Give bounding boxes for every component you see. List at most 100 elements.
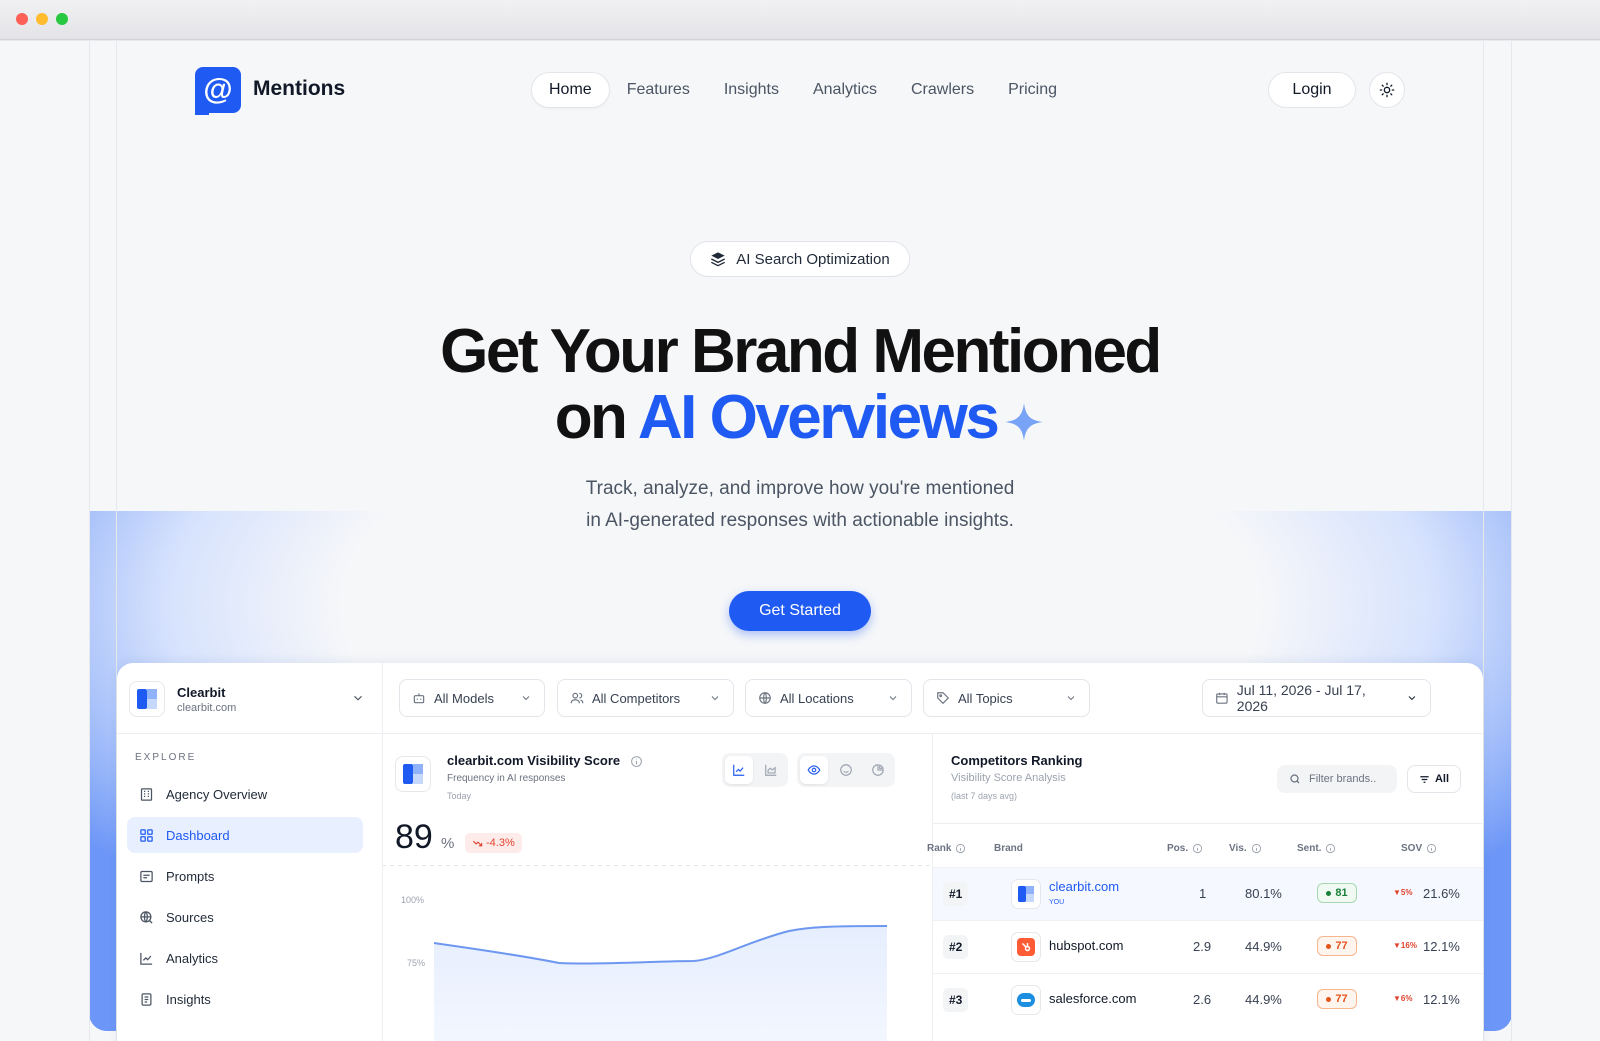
- visibility-subtitle: Frequency in AI responses: [447, 773, 566, 784]
- models-filter[interactable]: All Models: [399, 679, 545, 717]
- hero-subtitle-line2: in AI-generated responses with actionabl…: [586, 510, 1014, 531]
- nav-crawlers[interactable]: Crawlers: [894, 73, 991, 107]
- topics-filter-label: All Topics: [958, 690, 1013, 706]
- hero-title-highlight: AI Overviews: [637, 383, 1000, 452]
- rank-badge: #3: [943, 988, 969, 1012]
- sidebar-item-agency-overview[interactable]: Agency Overview: [127, 776, 363, 812]
- window-titlebar: [0, 0, 1600, 40]
- nav-analytics[interactable]: Analytics: [796, 73, 894, 107]
- visibility-view-toggle[interactable]: [800, 756, 828, 784]
- visibility-cell: 44.9%: [1245, 992, 1282, 1007]
- locations-filter-label: All Locations: [780, 690, 854, 706]
- column-header-sentiment[interactable]: Sent.: [1297, 843, 1336, 854]
- table-row[interactable]: #3 salesforce.com 2.6 44.9% 77 ▼6% 12.1%: [933, 973, 1483, 1026]
- sidebar-item-analytics[interactable]: Analytics: [127, 940, 363, 976]
- sov-delta-value: 5%: [1400, 888, 1413, 897]
- y-tick-label: 75%: [407, 958, 426, 968]
- nav-insights[interactable]: Insights: [707, 73, 796, 107]
- table-row[interactable]: #2 hubspot.com 2.9 44.9% 77 ▼16% 12.1%: [933, 920, 1483, 973]
- sov-cell: 12.1%: [1423, 992, 1460, 1007]
- nav-features[interactable]: Features: [610, 73, 707, 107]
- date-range-picker[interactable]: Jul 11, 2026 - Jul 17, 2026: [1202, 679, 1431, 717]
- line-chart-toggle[interactable]: [725, 756, 753, 784]
- brand-name-cell[interactable]: clearbit.com: [1049, 879, 1119, 894]
- brand-logo-icon: [395, 756, 431, 792]
- competitors-filter[interactable]: All Competitors: [557, 679, 734, 717]
- sidebar-item-label: Dashboard: [166, 827, 230, 843]
- brand-name[interactable]: Mentions: [253, 77, 345, 101]
- org-switcher[interactable]: Clearbit clearbit.com: [129, 677, 369, 721]
- status-dot-icon: [1326, 943, 1332, 949]
- chart-type-toggle: [722, 753, 788, 787]
- logo-icon[interactable]: @: [195, 67, 241, 113]
- visibility-delta-badge: -4.3%: [465, 833, 522, 853]
- column-header-position[interactable]: Pos.: [1167, 843, 1203, 854]
- close-window-button[interactable]: [16, 13, 28, 25]
- sidebar-item-label: Agency Overview: [166, 786, 268, 802]
- hero-subtitle: Track, analyze, and improve how you're m…: [450, 473, 1150, 537]
- sidebar-item-insights[interactable]: Insights: [127, 981, 363, 1017]
- info-icon: [1251, 843, 1261, 854]
- clearbit-logo-icon: [1011, 879, 1041, 909]
- hero-title-line1: Get Your Brand Mentioned: [440, 317, 1162, 386]
- line-chart-icon: [733, 764, 745, 776]
- sidebar-item-dashboard[interactable]: Dashboard: [127, 817, 363, 853]
- visibility-title: clearbit.com Visibility Score: [447, 753, 643, 768]
- column-header-rank[interactable]: Rank: [927, 843, 966, 854]
- layers-icon: [711, 252, 726, 267]
- smile-icon: [840, 764, 852, 776]
- maximize-window-button[interactable]: [56, 13, 68, 25]
- info-icon: [956, 843, 966, 854]
- area-chart-toggle[interactable]: [757, 756, 785, 784]
- sidebar-item-prompts[interactable]: Prompts: [127, 858, 363, 894]
- nav-pricing[interactable]: Pricing: [991, 73, 1074, 107]
- visibility-delta: -4.3%: [486, 837, 515, 849]
- topics-filter[interactable]: All Topics: [923, 679, 1090, 717]
- calendar-icon: [1216, 692, 1228, 704]
- share-view-toggle[interactable]: [864, 756, 892, 784]
- sentiment-value: 77: [1335, 940, 1348, 952]
- sidebar-item-label: Insights: [166, 991, 211, 1007]
- column-header-sov[interactable]: SOV: [1401, 843, 1437, 854]
- divider: [382, 663, 383, 1041]
- filter-brands-placeholder: Filter brands..: [1309, 773, 1377, 785]
- sidebar-item-sources[interactable]: Sources: [127, 899, 363, 935]
- info-icon: [1427, 843, 1437, 854]
- column-header-brand[interactable]: Brand: [994, 843, 1023, 854]
- position-cell: 1: [1199, 886, 1207, 901]
- sentiment-view-toggle[interactable]: [832, 756, 860, 784]
- filter-icon: [1420, 775, 1429, 783]
- brand-name-cell[interactable]: hubspot.com: [1049, 938, 1123, 953]
- competitors-filter-button[interactable]: All: [1407, 765, 1461, 793]
- users-icon: [570, 692, 584, 704]
- brand-name-cell[interactable]: salesforce.com: [1049, 991, 1136, 1006]
- hero-title-prefix: on: [554, 383, 638, 452]
- triangle-down-icon: ▼: [1393, 888, 1401, 897]
- chevron-down-icon: [889, 696, 897, 701]
- triangle-down-icon: ▼: [1393, 941, 1401, 950]
- visibility-period: Today: [447, 791, 472, 801]
- theme-toggle-button[interactable]: [1369, 72, 1405, 108]
- competitors-note: (last 7 days avg): [951, 791, 1018, 801]
- bot-icon: [413, 693, 425, 704]
- globe-icon: [759, 692, 771, 704]
- minimize-window-button[interactable]: [36, 13, 48, 25]
- trend-down-icon: [472, 840, 483, 846]
- you-tag: YOU: [1049, 899, 1065, 906]
- sun-icon: [1379, 82, 1395, 98]
- filter-brands-input[interactable]: Filter brands..: [1277, 765, 1397, 793]
- info-icon[interactable]: [630, 755, 643, 768]
- sidebar-item-label: Sources: [166, 909, 214, 925]
- get-started-button[interactable]: Get Started: [729, 591, 871, 631]
- visibility-title-text: clearbit.com Visibility Score: [447, 753, 621, 768]
- nav-home[interactable]: Home: [531, 72, 610, 108]
- chevron-down-icon: [354, 695, 362, 701]
- column-header-visibility[interactable]: Vis.: [1229, 843, 1262, 854]
- status-dot-icon: [1326, 890, 1332, 896]
- sentiment-value: 77: [1335, 993, 1348, 1005]
- locations-filter[interactable]: All Locations: [745, 679, 912, 717]
- sidebar-item-label: Prompts: [166, 868, 215, 884]
- table-row[interactable]: #1 clearbit.com YOU 1 80.1% 81 ▼5% 21.6%: [933, 867, 1483, 920]
- triangle-down-icon: ▼: [1393, 994, 1401, 1003]
- login-button[interactable]: Login: [1268, 72, 1356, 108]
